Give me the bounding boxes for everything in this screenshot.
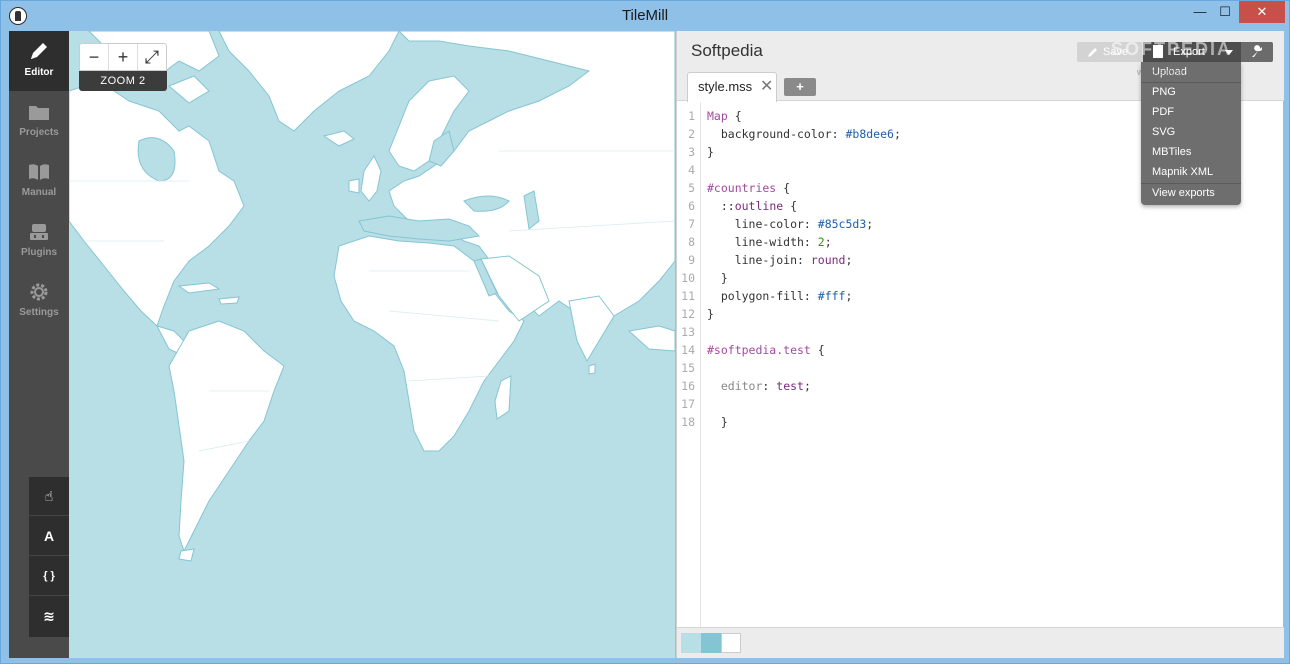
nav-item-editor[interactable]: Editor [9,31,69,91]
color-swatch[interactable] [721,633,741,653]
line-number: 11 [681,289,695,303]
nav-item-label: Plugins [20,247,58,258]
menu-item-mbtiles[interactable]: MBTiles [1141,142,1241,162]
folder-icon [29,106,49,120]
menu-item-pdf[interactable]: PDF [1141,102,1241,122]
line-number: 6 [688,199,695,213]
app-window: TileMill — ☐ ✕ Editor Projects Manual Pl… [0,0,1290,664]
menu-item-svg[interactable]: SVG [1141,122,1241,142]
code-line: #softpedia.test { [707,343,825,357]
tab-style-mss[interactable]: style.mss ✕ [687,72,777,102]
code-line: line-color: #85c5d3; [707,217,874,231]
editor-footer [677,627,1284,658]
line-number: 18 [681,415,695,429]
line-number: 2 [688,127,695,141]
zoom-level-label: ZOOM 2 [79,71,167,91]
line-number: 3 [688,145,695,159]
maximize-button[interactable]: ☐ [1211,1,1239,23]
pencil-icon [31,43,47,59]
code-line: Map { [707,109,742,123]
project-settings-button[interactable] [1241,42,1273,62]
hand-pointer-icon[interactable]: ☝ [29,477,69,516]
world-map [69,31,675,658]
window-title: TileMill [621,7,669,24]
code-line: polygon-fill: #fff; [707,289,853,303]
zoom-buttons: − + ⤢ [79,43,167,71]
nav-item-label: Projects [19,127,59,138]
braces-icon[interactable]: { } [29,557,69,596]
tab-label: style.mss [698,79,753,94]
menu-item-view-exports[interactable]: View exports [1141,183,1241,203]
color-swatch[interactable] [681,633,701,653]
code-line: #countries { [707,181,791,195]
code-line: editor: test; [720,379,811,393]
line-number: 13 [681,325,695,339]
plugin-icon [30,224,48,240]
line-number: 17 [681,397,695,411]
nav-item-label: Settings [19,307,59,318]
zoom-control: − + ⤢ ZOOM 2 [79,43,167,91]
title-bar: TileMill — ☐ ✕ [1,1,1289,31]
line-number: 16 [681,379,695,393]
line-number-gutter: 1 2 3 4 5 6 7 8 9 10 11 12 13 14 15 16 1… [677,102,701,627]
export-dropdown-menu: Upload PNG PDF SVG MBTiles Mapnik XML Vi… [1141,62,1241,205]
nav-item-plugins[interactable]: Plugins [9,211,69,271]
fullscreen-button[interactable]: ⤢ [138,44,166,70]
code-line: } [707,271,728,285]
map-view[interactable]: − + ⤢ ZOOM 2 [69,31,675,658]
line-number: 5 [688,181,695,195]
softpedia-watermark: SOFTPEDIA [1111,39,1233,59]
code-line: } [707,307,714,321]
line-number: 1 [688,109,695,123]
close-window-button[interactable]: ✕ [1239,1,1285,23]
nav-item-label: Editor [24,67,54,78]
code-line: } [707,145,714,159]
nav-item-settings[interactable]: Settings [9,271,69,331]
tool-palette: ☝ A { } ≋ [29,477,69,637]
line-number: 14 [681,343,695,357]
gear-icon [30,283,48,301]
zoom-out-button[interactable]: − [80,44,109,70]
color-swatch[interactable] [701,633,721,653]
code-line: background-color: #b8dee6; [707,127,901,141]
add-stylesheet-button[interactable]: + [784,78,816,96]
code-line: ::outline { [707,199,798,213]
nav-item-manual[interactable]: Manual [9,151,69,211]
pencil-icon [1088,48,1097,57]
nav-item-label: Manual [21,187,57,198]
menu-item-png[interactable]: PNG [1141,82,1241,102]
menu-item-mapnik-xml[interactable]: Mapnik XML [1141,162,1241,182]
line-number: 10 [681,271,695,285]
code-line: line-join: round; [707,253,853,267]
layers-icon[interactable]: ≋ [29,597,69,636]
close-icon[interactable]: ✕ [760,73,773,101]
code-line: line-width: 2; [707,235,832,249]
line-number: 8 [688,235,695,249]
font-icon[interactable]: A [29,517,69,556]
softpedia-watermark-url: www.softpedia.com [1137,67,1215,77]
line-number: 9 [688,253,695,267]
code-line: } [707,415,728,429]
line-number: 12 [681,307,695,321]
line-number: 4 [688,163,695,177]
book-icon [29,164,49,180]
minimize-button[interactable]: — [1186,1,1214,23]
nav-item-projects[interactable]: Projects [9,91,69,151]
line-number: 15 [681,361,695,375]
zoom-in-button[interactable]: + [109,44,138,70]
project-title: Softpedia [691,41,763,60]
wrench-icon [1252,45,1262,57]
line-number: 7 [688,217,695,231]
